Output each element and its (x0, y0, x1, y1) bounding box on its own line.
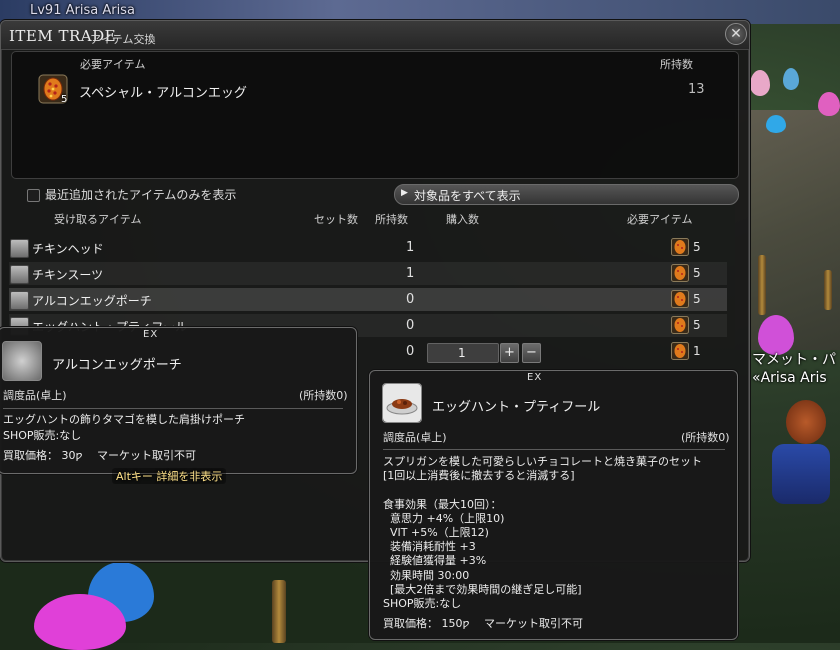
col-required-header: 必要アイテム (627, 213, 693, 226)
decrement-button[interactable]: − (522, 343, 541, 363)
purchase-qty-value: 1 (458, 346, 466, 360)
tooltip-sell-price: 買取価格： 30ƿ マーケット取引不可 (3, 449, 196, 462)
row-owned: 1 (406, 240, 415, 255)
npc-nameplate: マメット・パ (752, 352, 836, 368)
tooltip-description: エッグハントの飾りタマゴを模した肩掛けポーチ (3, 413, 245, 426)
decorative-post (758, 255, 766, 315)
required-item-name: スペシャル・アルコンエッグ (79, 86, 247, 101)
row-owned: 0 (406, 318, 415, 333)
required-item-qty-badge: 5 (61, 94, 68, 105)
decorative-post (824, 270, 832, 310)
npc-character (786, 400, 826, 444)
egg-cost-icon (671, 342, 689, 360)
recent-only-label: 最近追加されたアイテムのみを表示 (45, 188, 237, 202)
table-row[interactable]: チキンヘッド 1 5 (9, 236, 727, 259)
archon-egg-pouch-icon (10, 291, 29, 310)
item-tooltip-petit-four: EX エッグハント・プティフール 調度品(卓上) (所持数0) スプリガンを模し… (369, 370, 738, 640)
show-all-button[interactable]: ▶ 対象品をすべて表示 (394, 184, 739, 205)
decorative-post (272, 580, 286, 643)
egg-cost-icon (671, 264, 689, 282)
row-cost: 5 (693, 318, 701, 332)
chicken-suit-icon (10, 265, 29, 284)
item-tooltip-pouch: EX アルコンエッグポーチ 調度品(卓上) (所持数0) エッグハントの飾りタマ… (0, 327, 357, 474)
row-cost: 5 (693, 292, 701, 306)
col-purchase-header: 購入数 (446, 213, 479, 226)
col-receive-header: 受け取るアイテム (54, 213, 142, 226)
close-icon[interactable]: ✕ (725, 23, 747, 45)
owned-count-header: 所持数 (660, 58, 693, 71)
required-item-owned: 13 (688, 82, 705, 97)
tooltip-item-name: アルコンエッグポーチ (52, 358, 182, 373)
row-owned: 0 (406, 292, 415, 307)
purchase-qty-input[interactable]: 1 (427, 343, 499, 363)
decorative-egg (783, 68, 799, 90)
tooltip-sell-price: 買取価格： 150ƿ マーケット取引不可 (383, 617, 583, 630)
npc-character (772, 444, 830, 504)
game-world-floor (735, 110, 840, 350)
archon-egg-pouch-icon (2, 341, 42, 381)
tooltip-shop: SHOP販売:なし (3, 429, 82, 442)
tooltip-item-name: エッグハント・プティフール (432, 400, 601, 415)
tooltip-body: スプリガンを模した可愛らしいチョコレートと焼き菓子のセット [1回以上消費後に撤… (383, 455, 702, 611)
increment-button[interactable]: + (500, 343, 519, 363)
tooltip-ex-label: EX (143, 329, 159, 340)
decorative-egg (818, 92, 840, 116)
tooltip-category: 調度品(卓上) (3, 389, 67, 402)
alt-key-hint: Altキー 詳細を非表示 (112, 468, 227, 484)
required-item-panel: 必要アイテム 所持数 5 スペシャル・アルコンエッグ 13 (11, 51, 739, 179)
row-item-name: チキンスーツ (32, 268, 104, 282)
row-owned: 1 (406, 266, 415, 281)
tooltip-owned: (所持数0) (299, 389, 348, 402)
row-item-name: アルコンエッグポーチ (32, 294, 152, 308)
row-cost: 5 (693, 266, 701, 280)
player-nameplate: Lv91 Arisa Arisa (30, 3, 135, 18)
decorative-egg (766, 115, 786, 133)
title-bar[interactable]: ITEM TRADE アイテム交換 ✕ (1, 21, 749, 50)
decorative-egg (750, 70, 770, 96)
table-row[interactable]: アルコンエッグポーチ 0 5 (9, 288, 727, 311)
col-sets-header: セット数 (314, 213, 358, 226)
npc-nameplate: «Arisa Aris (752, 370, 827, 386)
row-cost: 5 (693, 240, 701, 254)
recent-only-checkbox[interactable] (27, 189, 40, 202)
egg-cost-icon (671, 316, 689, 334)
play-triangle-icon: ▶ (401, 188, 408, 198)
show-all-label: 対象品をすべて表示 (414, 189, 521, 203)
petit-four-dish-icon (382, 383, 422, 423)
row-item-name: チキンヘッド (32, 242, 104, 256)
required-item-header: 必要アイテム (80, 58, 146, 71)
table-row[interactable]: チキンスーツ 1 5 (9, 262, 727, 285)
tooltip-divider (383, 449, 725, 450)
egg-cost-icon (671, 238, 689, 256)
col-owned-header: 所持数 (375, 213, 408, 226)
tooltip-divider (3, 408, 343, 409)
row-cost: 1 (693, 344, 701, 358)
decorative-egg (34, 594, 126, 650)
window-subtitle: アイテム交換 (90, 33, 156, 46)
chicken-head-icon (10, 239, 29, 258)
row-owned: 0 (406, 344, 415, 359)
egg-cost-icon (671, 290, 689, 308)
tooltip-owned: (所持数0) (681, 431, 730, 444)
tooltip-category: 調度品(卓上) (383, 431, 447, 444)
tooltip-ex-label: EX (527, 372, 543, 383)
